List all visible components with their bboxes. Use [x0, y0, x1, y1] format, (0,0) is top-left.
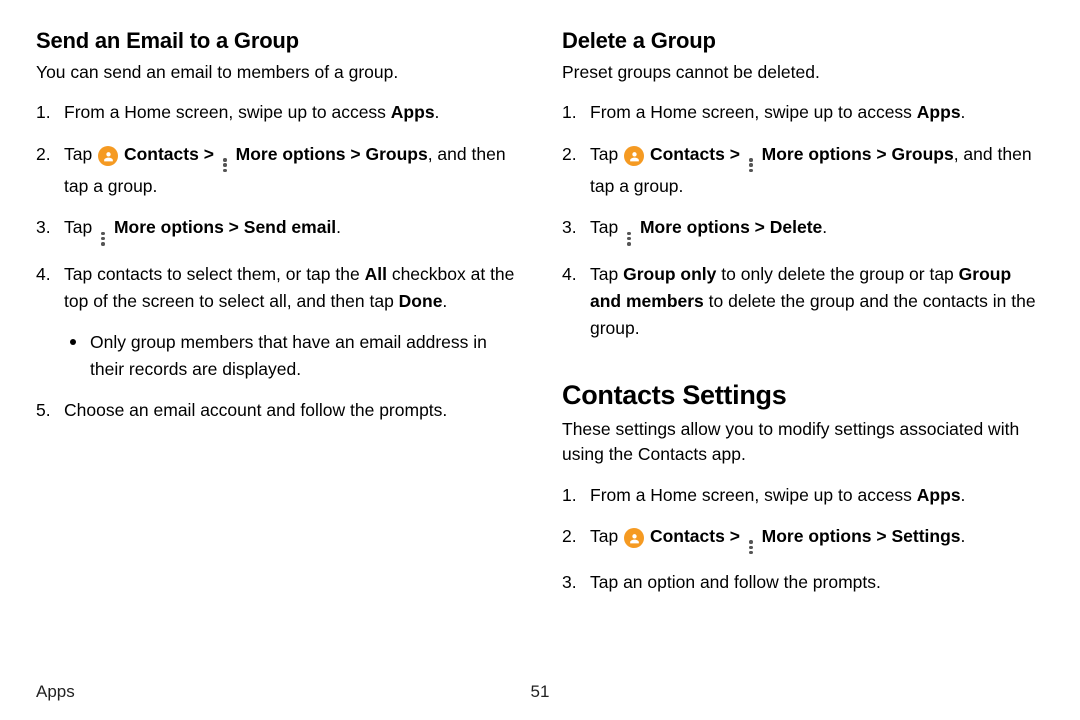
step-2: Tap Contacts > More options > Groups, an… [36, 141, 518, 201]
heading-contacts-settings: Contacts Settings [562, 380, 1044, 411]
step-1: From a Home screen, swipe up to access A… [562, 99, 1044, 126]
right-column: Delete a Group Preset groups cannot be d… [562, 28, 1044, 611]
step-2: Tap Contacts > More options > Groups, an… [562, 141, 1044, 201]
page-footer: Apps 51 [36, 682, 1044, 702]
step-1: From a Home screen, swipe up to access A… [36, 99, 518, 126]
more-options-icon [221, 157, 229, 173]
contacts-icon [98, 146, 118, 166]
footer-page-number: 51 [531, 682, 550, 702]
heading-delete-group: Delete a Group [562, 28, 1044, 54]
more-options-icon [747, 539, 755, 555]
footer-section: Apps [36, 682, 75, 701]
step-1: From a Home screen, swipe up to access A… [562, 482, 1044, 509]
step-2: Tap Contacts > More options > Settings. [562, 523, 1044, 556]
heading-send-email: Send an Email to a Group [36, 28, 518, 54]
contacts-icon [624, 528, 644, 548]
contacts-icon [624, 146, 644, 166]
steps-contacts-settings: From a Home screen, swipe up to access A… [562, 482, 1044, 597]
step-4-bullet: Only group members that have an email ad… [64, 329, 518, 383]
step-5: Choose an email account and follow the p… [36, 397, 518, 424]
steps-send-email: From a Home screen, swipe up to access A… [36, 99, 518, 424]
step-4: Tap Group only to only delete the group … [562, 261, 1044, 342]
intro-send-email: You can send an email to members of a gr… [36, 60, 518, 85]
more-options-icon [747, 157, 755, 173]
step-3: Tap More options > Delete. [562, 214, 1044, 247]
more-options-icon [99, 231, 107, 247]
more-options-icon [625, 231, 633, 247]
intro-contacts-settings: These settings allow you to modify setti… [562, 417, 1044, 468]
step-3: Tap an option and follow the prompts. [562, 569, 1044, 596]
step-3: Tap More options > Send email. [36, 214, 518, 247]
left-column: Send an Email to a Group You can send an… [36, 28, 518, 611]
step-4: Tap contacts to select them, or tap the … [36, 261, 518, 384]
steps-delete-group: From a Home screen, swipe up to access A… [562, 99, 1044, 342]
intro-delete-group: Preset groups cannot be deleted. [562, 60, 1044, 85]
